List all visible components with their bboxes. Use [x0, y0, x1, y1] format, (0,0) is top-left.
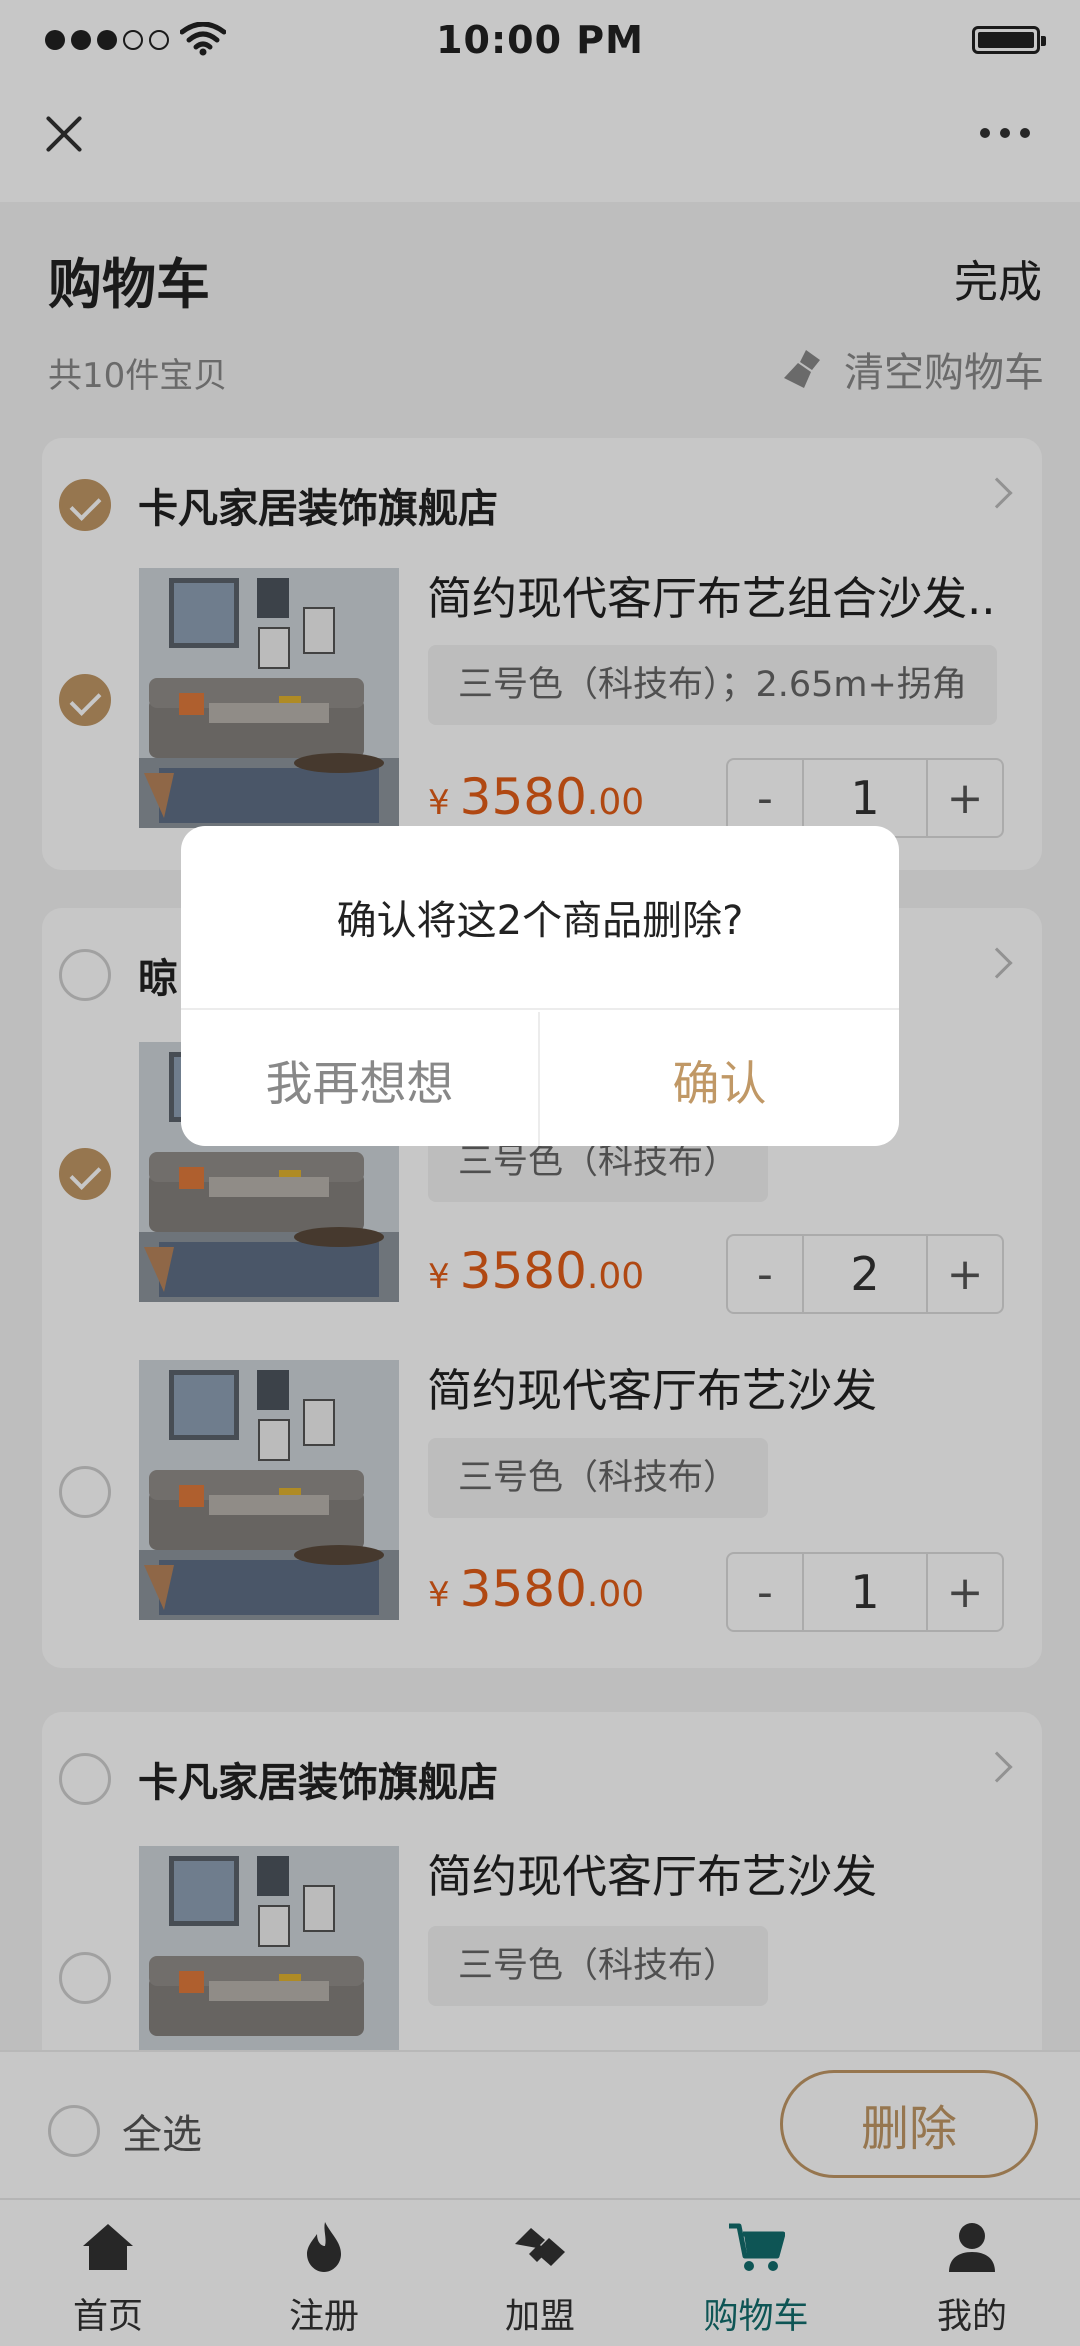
dialog-confirm-button[interactable]: 确认 [540, 1012, 899, 1146]
dialog-message: 确认将这2个商品删除? [181, 826, 899, 1010]
dialog-cancel-button[interactable]: 我再想想 [181, 1012, 540, 1146]
confirm-delete-dialog: 确认将这2个商品删除? 我再想想 确认 [181, 826, 899, 1146]
modal-overlay[interactable] [0, 0, 1080, 2346]
